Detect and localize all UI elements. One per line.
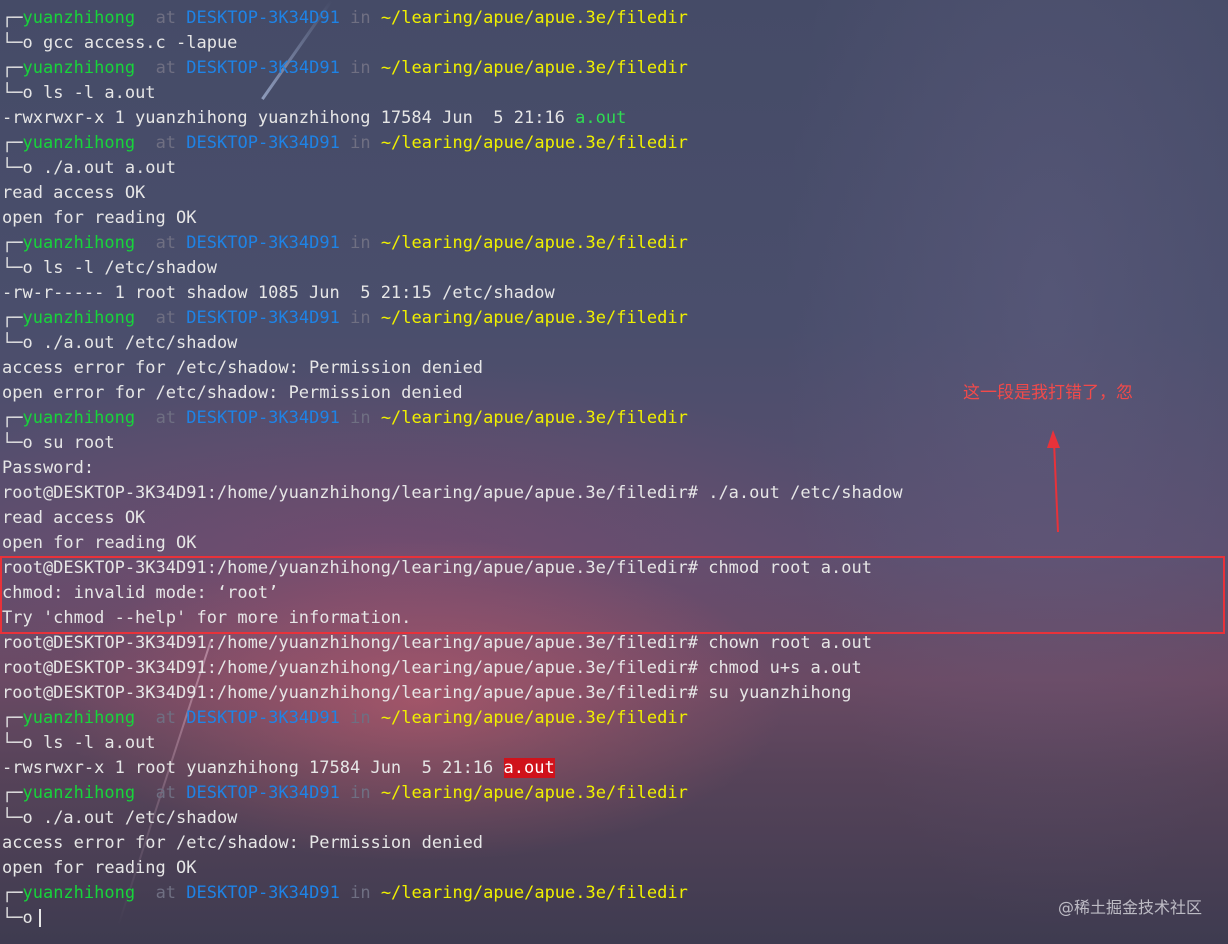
file-name: a.out: [575, 108, 627, 128]
setuid-file-name: a.out: [503, 758, 555, 778]
command-line: └─o ./a.out /etc/shadow: [2, 333, 238, 353]
output-line: open for reading OK: [2, 208, 197, 228]
command-line: └─o ls -l a.out: [2, 733, 156, 753]
prompt-host: DESKTOP-3K34D91: [186, 8, 340, 28]
output-line: open for reading OK: [2, 858, 197, 878]
output-line: access error for /etc/shadow: Permission…: [2, 833, 484, 853]
prompt-line: ┌─yuanzhihong at DESKTOP-3K34D91 in ~/le…: [2, 883, 688, 903]
annotation-note: 这一段是我打错了，忽: [963, 383, 1133, 403]
command-line: └─o ./a.out a.out: [2, 158, 177, 178]
root-command-line: root@DESKTOP-3K34D91:/home/yuanzhihong/l…: [2, 683, 852, 703]
prompt-line: ┌─yuanzhihong at DESKTOP-3K34D91 in ~/le…: [2, 133, 688, 153]
command-line: └─o ls -l /etc/shadow: [2, 258, 217, 278]
prompt-line: ┌─yuanzhihong at DESKTOP-3K34D91 in ~/le…: [2, 783, 688, 803]
command-line: └─o ls -l a.out: [2, 83, 156, 103]
output-line: -rwxrwxr-x 1 yuanzhihong yuanzhihong 175…: [2, 108, 627, 128]
prompt-line: ┌─yuanzhihong at DESKTOP-3K34D91 in ~/le…: [2, 58, 688, 78]
prompt-line: ┌─yuanzhihong at DESKTOP-3K34D91 in ~/le…: [2, 708, 688, 728]
root-command-line: root@DESKTOP-3K34D91:/home/yuanzhihong/l…: [2, 658, 862, 678]
prompt-user: yuanzhihong: [22, 8, 136, 28]
output-line: -rw-r----- 1 root shadow 1085 Jun 5 21:1…: [2, 283, 555, 303]
command-line: └─o ./a.out /etc/shadow: [2, 808, 238, 828]
prompt-line: ┌─yuanzhihong at DESKTOP-3K34D91 in ~/le…: [2, 233, 688, 253]
text-cursor: [38, 909, 41, 927]
output-line: -rwsrwxr-x 1 root yuanzhihong 17584 Jun …: [2, 758, 555, 778]
watermark: @稀土掘金技术社区: [1057, 898, 1202, 917]
command-line: └─o gcc access.c -lapue: [2, 33, 238, 53]
root-command-line: root@DESKTOP-3K34D91:/home/yuanzhihong/l…: [2, 633, 872, 653]
current-input-line[interactable]: └─o: [2, 906, 1228, 931]
prompt-line: ┌─yuanzhihong at DESKTOP-3K34D91 in ~/le…: [2, 308, 688, 328]
output-line: read access OK: [2, 183, 146, 203]
annotation-arrow-icon: [1047, 430, 1060, 533]
prompt-path: ~/learing/apue/apue.3e/filedir: [380, 8, 688, 28]
prompt-line: ┌─yuanzhihong at DESKTOP-3K34D91 in ~/le…: [2, 8, 688, 28]
annotation-highlight-box: [0, 556, 1225, 634]
